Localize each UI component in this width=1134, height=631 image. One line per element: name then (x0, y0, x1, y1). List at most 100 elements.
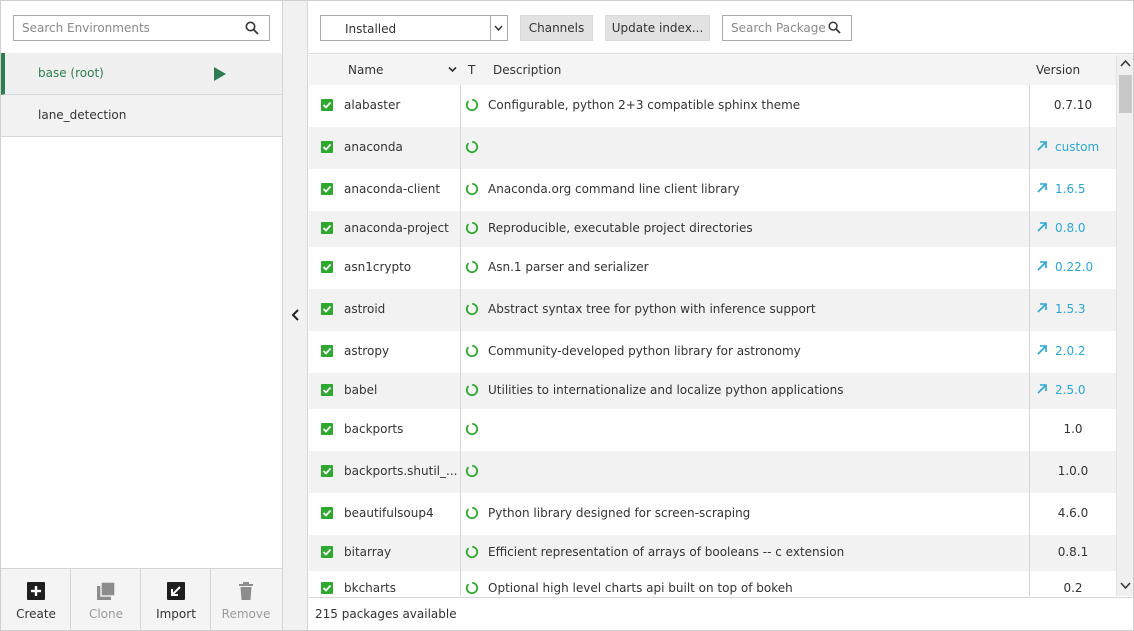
package-search-input[interactable] (723, 16, 825, 40)
package-checkbox[interactable] (321, 141, 333, 153)
upgrade-arrow-icon (1037, 222, 1047, 232)
collapse-panel-strip[interactable] (283, 1, 308, 630)
table-row[interactable]: alabaster Configurable, python 2+3 compat… (309, 85, 1116, 127)
table-row[interactable]: anaconda-project Reproducible, executable… (309, 211, 1116, 247)
package-checkbox[interactable] (321, 384, 333, 396)
table-row[interactable]: astroid Abstract syntax tree for python w… (309, 289, 1116, 331)
package-status-icon (465, 260, 479, 274)
table-row[interactable]: asn1crypto Asn.1 parser and serializer 0.2… (309, 247, 1116, 289)
column-header-description[interactable]: Description (493, 63, 561, 77)
package-version[interactable]: 2.0.2 (1030, 344, 1116, 358)
package-name: beautifulsoup4 (344, 506, 434, 520)
package-version[interactable]: 0.8.0 (1030, 221, 1116, 235)
import-icon (167, 582, 185, 600)
column-divider (460, 409, 461, 451)
column-header-version[interactable]: Version (1036, 63, 1080, 77)
status-bar: 215 packages available (309, 597, 1133, 630)
package-checkbox[interactable] (321, 99, 333, 111)
package-status-icon (465, 422, 479, 436)
table-row[interactable]: bitarray Efficient representation of arra… (309, 535, 1116, 571)
column-header-name[interactable]: Name (348, 63, 383, 77)
table-row[interactable]: anaconda custom (309, 127, 1116, 169)
search-icon[interactable] (828, 21, 841, 34)
environment-actions: Create Clone Import Remove (1, 568, 282, 631)
package-description: Abstract syntax tree for python with inf… (488, 302, 816, 316)
search-icon[interactable] (245, 21, 259, 35)
checkmark-icon (322, 584, 332, 592)
package-version[interactable]: 0.22.0 (1030, 260, 1116, 274)
package-checkbox[interactable] (321, 183, 333, 195)
scroll-down-icon[interactable] (1120, 581, 1131, 590)
package-name: bitarray (344, 545, 392, 559)
package-name: babel (344, 383, 378, 397)
package-name: alabaster (344, 98, 401, 112)
checkmark-icon (322, 467, 332, 475)
channels-button[interactable]: Channels (520, 15, 593, 41)
column-header-type[interactable]: T (468, 63, 475, 77)
version-text: 0.22.0 (1055, 260, 1094, 274)
play-icon[interactable] (214, 67, 226, 81)
package-version: 1.0 (1030, 422, 1116, 436)
create-button[interactable]: Create (1, 569, 71, 631)
update-index-button[interactable]: Update index... (605, 15, 710, 41)
table-row[interactable]: bkcharts Optional high level charts api b… (309, 571, 1116, 596)
chevron-left-icon[interactable] (290, 307, 302, 323)
package-status-icon (465, 344, 479, 358)
package-description: Reproducible, executable project directo… (488, 221, 753, 235)
remove-button[interactable]: Remove (211, 569, 281, 631)
package-search[interactable] (722, 15, 852, 41)
package-version[interactable]: 1.6.5 (1030, 182, 1116, 196)
table-row[interactable]: babel Utilities to internationalize and l… (309, 373, 1116, 409)
upgrade-arrow-icon (1037, 261, 1047, 271)
package-checkbox[interactable] (321, 546, 333, 558)
scroll-up-icon[interactable] (1120, 59, 1131, 68)
scrollbar-thumb[interactable] (1119, 75, 1132, 113)
environment-search-input[interactable] (14, 16, 239, 40)
sort-descending-icon[interactable] (448, 66, 457, 73)
table-row[interactable]: anaconda-client Anaconda.org command line… (309, 169, 1116, 211)
chevron-down-icon[interactable] (494, 24, 503, 32)
checkmark-icon (322, 224, 332, 232)
package-checkbox[interactable] (321, 582, 333, 594)
package-filter-select[interactable]: Installed (320, 15, 508, 41)
clone-button[interactable]: Clone (71, 569, 141, 631)
version-text: 1.0.0 (1057, 464, 1089, 478)
package-checkbox[interactable] (321, 423, 333, 435)
import-button[interactable]: Import (141, 569, 211, 631)
package-version[interactable]: 1.5.3 (1030, 302, 1116, 316)
package-status-icon (465, 140, 479, 154)
table-row[interactable]: backports 1.0 (309, 409, 1116, 451)
checkmark-icon (322, 548, 332, 556)
table-scrollbar[interactable] (1116, 55, 1133, 596)
package-checkbox[interactable] (321, 222, 333, 234)
checkmark-icon (322, 101, 332, 109)
package-checkbox[interactable] (321, 303, 333, 315)
version-text: 0.8.1 (1057, 545, 1089, 559)
table-row[interactable]: beautifulsoup4 Python library designed fo… (309, 493, 1116, 535)
table-row[interactable]: backports.shutil_... 1.0.0 (309, 451, 1116, 493)
package-checkbox[interactable] (321, 465, 333, 477)
create-label: Create (16, 607, 56, 621)
package-description: Utilities to internationalize and locali… (488, 383, 844, 397)
package-status-icon (465, 464, 479, 478)
environment-label: base (root) (38, 66, 104, 80)
package-description: Efficient representation of arrays of bo… (488, 545, 845, 559)
package-version[interactable]: 2.5.0 (1030, 383, 1116, 397)
table-row[interactable]: astropy Community-developed python librar… (309, 331, 1116, 373)
column-divider (460, 169, 461, 211)
package-checkbox[interactable] (321, 345, 333, 357)
environment-item-base-root[interactable]: base (root) (1, 53, 282, 95)
package-version: 0.7.10 (1030, 98, 1116, 112)
checkmark-icon (322, 185, 332, 193)
package-status-icon (465, 98, 479, 112)
column-divider (460, 85, 461, 127)
package-checkbox[interactable] (321, 507, 333, 519)
package-checkbox[interactable] (321, 261, 333, 273)
package-description: Anaconda.org command line client library (488, 182, 740, 196)
environment-item-lane-detection[interactable]: lane_detection (1, 95, 282, 137)
environment-search[interactable] (13, 15, 270, 41)
package-version[interactable]: custom (1030, 140, 1116, 154)
remove-label: Remove (221, 607, 271, 621)
package-name: backports (344, 422, 404, 436)
environment-list: base (root) lane_detection (1, 53, 282, 137)
